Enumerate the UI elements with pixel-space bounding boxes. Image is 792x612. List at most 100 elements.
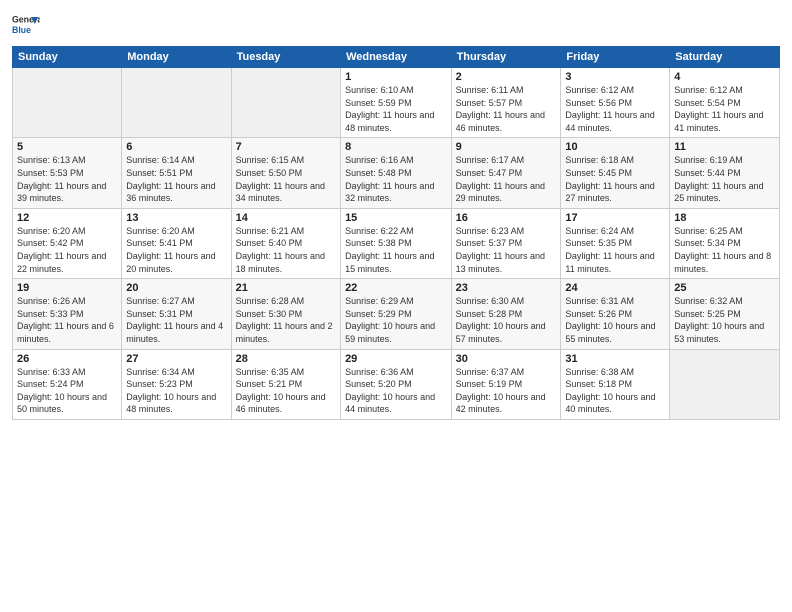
weekday-header-friday: Friday — [561, 47, 670, 68]
calendar-cell — [13, 68, 122, 138]
calendar-cell: 23Sunrise: 6:30 AMSunset: 5:28 PMDayligh… — [451, 279, 561, 349]
day-number: 3 — [565, 71, 665, 83]
day-number: 27 — [126, 353, 226, 365]
day-number: 7 — [236, 141, 336, 153]
day-info: Sunrise: 6:30 AMSunset: 5:28 PMDaylight:… — [456, 295, 557, 345]
day-number: 6 — [126, 141, 226, 153]
day-number: 21 — [236, 282, 336, 294]
day-number: 16 — [456, 212, 557, 224]
calendar-week-row: 26Sunrise: 6:33 AMSunset: 5:24 PMDayligh… — [13, 349, 780, 419]
day-number: 5 — [17, 141, 117, 153]
weekday-header-tuesday: Tuesday — [231, 47, 340, 68]
day-number: 23 — [456, 282, 557, 294]
weekday-header-sunday: Sunday — [13, 47, 122, 68]
day-number: 19 — [17, 282, 117, 294]
day-info: Sunrise: 6:25 AMSunset: 5:34 PMDaylight:… — [674, 225, 775, 275]
day-info: Sunrise: 6:14 AMSunset: 5:51 PMDaylight:… — [126, 154, 226, 204]
day-number: 18 — [674, 212, 775, 224]
calendar-cell: 19Sunrise: 6:26 AMSunset: 5:33 PMDayligh… — [13, 279, 122, 349]
calendar-cell: 12Sunrise: 6:20 AMSunset: 5:42 PMDayligh… — [13, 208, 122, 278]
calendar-cell: 18Sunrise: 6:25 AMSunset: 5:34 PMDayligh… — [670, 208, 780, 278]
day-info: Sunrise: 6:27 AMSunset: 5:31 PMDaylight:… — [126, 295, 226, 345]
calendar-cell: 26Sunrise: 6:33 AMSunset: 5:24 PMDayligh… — [13, 349, 122, 419]
day-info: Sunrise: 6:11 AMSunset: 5:57 PMDaylight:… — [456, 84, 557, 134]
day-info: Sunrise: 6:23 AMSunset: 5:37 PMDaylight:… — [456, 225, 557, 275]
calendar-cell: 17Sunrise: 6:24 AMSunset: 5:35 PMDayligh… — [561, 208, 670, 278]
day-number: 28 — [236, 353, 336, 365]
calendar-cell: 14Sunrise: 6:21 AMSunset: 5:40 PMDayligh… — [231, 208, 340, 278]
calendar-cell: 22Sunrise: 6:29 AMSunset: 5:29 PMDayligh… — [341, 279, 452, 349]
day-info: Sunrise: 6:36 AMSunset: 5:20 PMDaylight:… — [345, 366, 447, 416]
day-info: Sunrise: 6:33 AMSunset: 5:24 PMDaylight:… — [17, 366, 117, 416]
day-info: Sunrise: 6:10 AMSunset: 5:59 PMDaylight:… — [345, 84, 447, 134]
day-number: 10 — [565, 141, 665, 153]
day-number: 13 — [126, 212, 226, 224]
day-number: 26 — [17, 353, 117, 365]
calendar-cell: 3Sunrise: 6:12 AMSunset: 5:56 PMDaylight… — [561, 68, 670, 138]
day-info: Sunrise: 6:28 AMSunset: 5:30 PMDaylight:… — [236, 295, 336, 345]
calendar-cell: 10Sunrise: 6:18 AMSunset: 5:45 PMDayligh… — [561, 138, 670, 208]
day-info: Sunrise: 6:26 AMSunset: 5:33 PMDaylight:… — [17, 295, 117, 345]
day-info: Sunrise: 6:32 AMSunset: 5:25 PMDaylight:… — [674, 295, 775, 345]
calendar-cell: 20Sunrise: 6:27 AMSunset: 5:31 PMDayligh… — [122, 279, 231, 349]
calendar-week-row: 12Sunrise: 6:20 AMSunset: 5:42 PMDayligh… — [13, 208, 780, 278]
day-number: 1 — [345, 71, 447, 83]
day-number: 24 — [565, 282, 665, 294]
calendar-week-row: 19Sunrise: 6:26 AMSunset: 5:33 PMDayligh… — [13, 279, 780, 349]
day-info: Sunrise: 6:37 AMSunset: 5:19 PMDaylight:… — [456, 366, 557, 416]
day-number: 30 — [456, 353, 557, 365]
logo-icon: General Blue — [12, 10, 40, 38]
calendar-cell: 13Sunrise: 6:20 AMSunset: 5:41 PMDayligh… — [122, 208, 231, 278]
calendar-cell: 28Sunrise: 6:35 AMSunset: 5:21 PMDayligh… — [231, 349, 340, 419]
calendar-cell: 30Sunrise: 6:37 AMSunset: 5:19 PMDayligh… — [451, 349, 561, 419]
svg-text:Blue: Blue — [12, 25, 31, 35]
calendar-cell: 15Sunrise: 6:22 AMSunset: 5:38 PMDayligh… — [341, 208, 452, 278]
weekday-header-saturday: Saturday — [670, 47, 780, 68]
calendar-cell: 4Sunrise: 6:12 AMSunset: 5:54 PMDaylight… — [670, 68, 780, 138]
calendar-cell — [122, 68, 231, 138]
calendar-cell: 25Sunrise: 6:32 AMSunset: 5:25 PMDayligh… — [670, 279, 780, 349]
calendar-cell: 21Sunrise: 6:28 AMSunset: 5:30 PMDayligh… — [231, 279, 340, 349]
day-info: Sunrise: 6:13 AMSunset: 5:53 PMDaylight:… — [17, 154, 117, 204]
calendar-week-row: 1Sunrise: 6:10 AMSunset: 5:59 PMDaylight… — [13, 68, 780, 138]
day-info: Sunrise: 6:21 AMSunset: 5:40 PMDaylight:… — [236, 225, 336, 275]
day-number: 17 — [565, 212, 665, 224]
weekday-header-monday: Monday — [122, 47, 231, 68]
calendar-week-row: 5Sunrise: 6:13 AMSunset: 5:53 PMDaylight… — [13, 138, 780, 208]
day-info: Sunrise: 6:19 AMSunset: 5:44 PMDaylight:… — [674, 154, 775, 204]
day-info: Sunrise: 6:35 AMSunset: 5:21 PMDaylight:… — [236, 366, 336, 416]
day-number: 14 — [236, 212, 336, 224]
calendar-cell: 11Sunrise: 6:19 AMSunset: 5:44 PMDayligh… — [670, 138, 780, 208]
calendar-cell: 5Sunrise: 6:13 AMSunset: 5:53 PMDaylight… — [13, 138, 122, 208]
day-number: 31 — [565, 353, 665, 365]
day-info: Sunrise: 6:18 AMSunset: 5:45 PMDaylight:… — [565, 154, 665, 204]
day-number: 12 — [17, 212, 117, 224]
day-info: Sunrise: 6:17 AMSunset: 5:47 PMDaylight:… — [456, 154, 557, 204]
day-info: Sunrise: 6:12 AMSunset: 5:54 PMDaylight:… — [674, 84, 775, 134]
day-info: Sunrise: 6:16 AMSunset: 5:48 PMDaylight:… — [345, 154, 447, 204]
day-number: 20 — [126, 282, 226, 294]
day-info: Sunrise: 6:20 AMSunset: 5:42 PMDaylight:… — [17, 225, 117, 275]
day-number: 25 — [674, 282, 775, 294]
calendar-cell: 6Sunrise: 6:14 AMSunset: 5:51 PMDaylight… — [122, 138, 231, 208]
calendar-cell: 7Sunrise: 6:15 AMSunset: 5:50 PMDaylight… — [231, 138, 340, 208]
day-number: 15 — [345, 212, 447, 224]
calendar-table: SundayMondayTuesdayWednesdayThursdayFrid… — [12, 46, 780, 420]
day-number: 9 — [456, 141, 557, 153]
day-info: Sunrise: 6:38 AMSunset: 5:18 PMDaylight:… — [565, 366, 665, 416]
calendar-cell: 29Sunrise: 6:36 AMSunset: 5:20 PMDayligh… — [341, 349, 452, 419]
day-info: Sunrise: 6:12 AMSunset: 5:56 PMDaylight:… — [565, 84, 665, 134]
calendar-cell: 2Sunrise: 6:11 AMSunset: 5:57 PMDaylight… — [451, 68, 561, 138]
calendar-cell — [670, 349, 780, 419]
logo: General Blue — [12, 10, 40, 38]
weekday-header-row: SundayMondayTuesdayWednesdayThursdayFrid… — [13, 47, 780, 68]
calendar-cell: 31Sunrise: 6:38 AMSunset: 5:18 PMDayligh… — [561, 349, 670, 419]
calendar-cell: 16Sunrise: 6:23 AMSunset: 5:37 PMDayligh… — [451, 208, 561, 278]
day-number: 4 — [674, 71, 775, 83]
weekday-header-wednesday: Wednesday — [341, 47, 452, 68]
day-number: 22 — [345, 282, 447, 294]
day-number: 8 — [345, 141, 447, 153]
day-info: Sunrise: 6:34 AMSunset: 5:23 PMDaylight:… — [126, 366, 226, 416]
day-info: Sunrise: 6:29 AMSunset: 5:29 PMDaylight:… — [345, 295, 447, 345]
calendar-cell: 24Sunrise: 6:31 AMSunset: 5:26 PMDayligh… — [561, 279, 670, 349]
